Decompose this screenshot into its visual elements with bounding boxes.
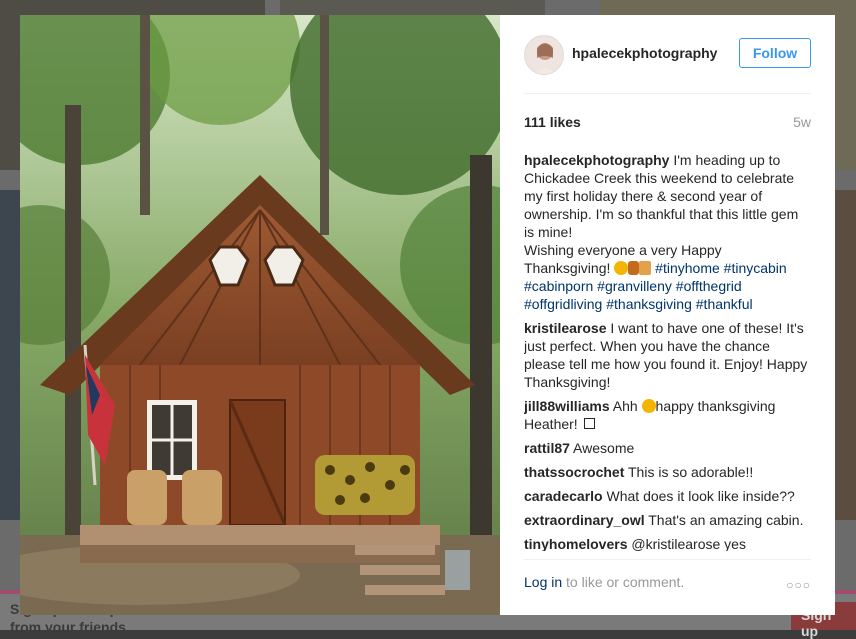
party-emoji-icon xyxy=(639,261,652,275)
background-tile xyxy=(835,190,856,520)
hashtag-link[interactable]: #tinyhome xyxy=(655,260,720,276)
comment: extraordinary_owl That's an amazing cabi… xyxy=(524,511,811,529)
hashtag-link[interactable]: #cabinporn xyxy=(524,278,593,294)
comment-text: What does it look like inside?? xyxy=(606,488,795,504)
login-prompt: Log in to like or comment. xyxy=(524,574,684,590)
caption: hpalecekphotography I'm heading up to Ch… xyxy=(524,151,811,313)
post-footer: Log in to like or comment. ○○○ xyxy=(524,559,811,616)
comment-text: This is so adorable!! xyxy=(628,464,754,480)
post-header: hpalecekphotography Follow xyxy=(524,15,811,94)
login-prompt-text: to like or comment. xyxy=(562,574,685,590)
hashtag-link[interactable]: #granvilleny xyxy=(597,278,672,294)
comment-username[interactable]: rattil87 xyxy=(524,440,570,456)
unknown-glyph-icon xyxy=(583,418,595,429)
caption-username[interactable]: hpalecekphotography xyxy=(524,152,669,168)
comment-username[interactable]: extraordinary_owl xyxy=(524,512,645,528)
post-author-username[interactable]: hpalecekphotography xyxy=(572,45,717,61)
comment-text-prefix: Ahh xyxy=(612,398,638,414)
comment: kristilearose I want to have one of thes… xyxy=(524,319,811,391)
comment-username[interactable]: tinyhomelovers xyxy=(524,536,627,551)
comment: jill88williams Ahh happy thanksgiving He… xyxy=(524,397,811,433)
more-options-icon[interactable]: ○○○ xyxy=(786,578,811,592)
post-modal: hpalecekphotography Follow 111 likes 5w … xyxy=(20,15,835,615)
login-link[interactable]: Log in xyxy=(524,574,562,590)
comments-list: hpalecekphotography I'm heading up to Ch… xyxy=(524,151,811,551)
heart-eyes-emoji-icon xyxy=(614,261,629,275)
hashtag-link[interactable]: #offthegrid xyxy=(676,278,742,294)
avatar-image xyxy=(525,36,563,74)
comment-username[interactable]: kristilearose xyxy=(524,320,607,336)
cabin-photo xyxy=(20,15,500,615)
likes-count[interactable]: 111 likes xyxy=(524,114,581,130)
comment-username[interactable]: thatssocrochet xyxy=(524,464,624,480)
comment-username[interactable]: jill88williams xyxy=(524,398,610,414)
comment: caradecarlo What does it look like insid… xyxy=(524,487,811,505)
comment-text: @kristilearose yes xyxy=(631,536,746,551)
comment: tinyhomelovers @kristilearose yes xyxy=(524,535,811,551)
hashtag-link[interactable]: #thanksgiving xyxy=(606,296,692,312)
hashtag-link[interactable]: #thankful xyxy=(696,296,753,312)
post-age[interactable]: 5w xyxy=(793,114,811,130)
hashtag-link[interactable]: #tinycabin xyxy=(724,260,787,276)
comment-username[interactable]: caradecarlo xyxy=(524,488,603,504)
heart-eyes-emoji-icon xyxy=(641,399,656,413)
post-side-panel: hpalecekphotography Follow 111 likes 5w … xyxy=(500,15,835,615)
follow-button[interactable]: Follow xyxy=(739,38,811,68)
comment-text: Awesome xyxy=(573,440,635,456)
avatar[interactable] xyxy=(524,35,564,75)
comment: rattil87 Awesome xyxy=(524,439,811,457)
post-photo xyxy=(20,15,500,615)
leaf-emoji-icon xyxy=(628,261,640,275)
hashtag-link[interactable]: #offgridliving xyxy=(524,296,602,312)
comment-text: That's an amazing cabin. xyxy=(648,512,804,528)
comment: thatssocrochet This is so adorable!! xyxy=(524,463,811,481)
